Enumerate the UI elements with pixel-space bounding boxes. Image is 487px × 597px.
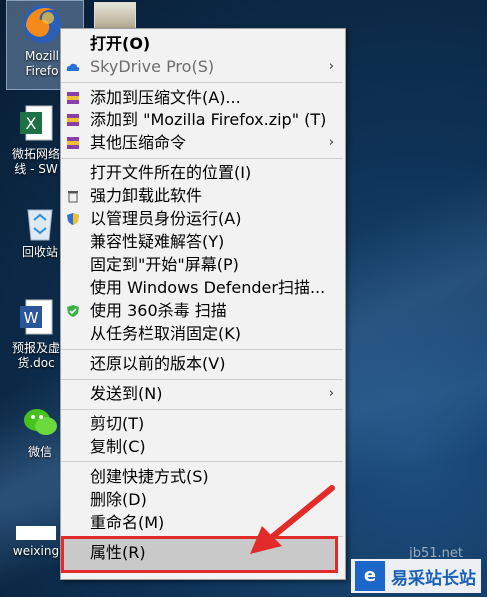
menu-item-label: 重命名(M)	[90, 513, 165, 532]
menu-item-cut[interactable]: 剪切(T)	[60, 413, 344, 435]
menu-item-add-to-zip[interactable]: 添加到 "Mozilla Firefox.zip" (T)	[60, 109, 344, 131]
menu-item-label: 从任务栏取消固定(K)	[90, 324, 241, 343]
annotation-arrow-icon	[250, 485, 335, 554]
menu-item-label: 兼容性疑难解答(Y)	[90, 232, 225, 251]
menu-separator	[61, 379, 343, 380]
menu-item-label: 发送到(N)	[90, 384, 163, 403]
menu-item-label: 删除(D)	[90, 490, 147, 509]
firefox-icon	[23, 5, 61, 43]
menu-item-send-to[interactable]: 发送到(N) ›	[60, 383, 344, 405]
menu-item-open[interactable]: 打开(O)	[60, 33, 344, 55]
watermark: e 易采站长站	[351, 559, 481, 593]
chevron-right-icon: ›	[328, 135, 334, 150]
menu-item-label: 复制(C)	[90, 437, 146, 456]
desktop-icon-weixing[interactable]: weixing	[4, 526, 68, 559]
menu-item-add-to-archive[interactable]: 添加到压缩文件(A)...	[60, 87, 344, 109]
word-icon: W	[20, 299, 53, 335]
shield-icon	[67, 213, 79, 225]
recycle-bin-icon	[27, 209, 53, 241]
menu-separator	[61, 409, 343, 410]
winrar-icon	[67, 92, 79, 104]
menu-item-unpin-taskbar[interactable]: 从任务栏取消固定(K)	[60, 323, 344, 345]
trash-icon	[68, 191, 78, 203]
menu-item-label: 打开(O)	[90, 34, 151, 53]
menu-item-compatibility[interactable]: 兼容性疑难解答(Y)	[60, 231, 344, 253]
menu-item-label: 剪切(T)	[90, 414, 145, 433]
menu-item-force-uninstall[interactable]: 强力卸载此软件	[60, 185, 344, 207]
cloud-icon	[66, 63, 80, 71]
chevron-right-icon: ›	[328, 386, 334, 401]
menu-item-label: 固定到"开始"屏幕(P)	[90, 255, 239, 274]
desktop-icon-excel[interactable]: X 微拓网络 线 - SW	[4, 104, 68, 177]
menu-item-pin-to-start[interactable]: 固定到"开始"屏幕(P)	[60, 254, 344, 276]
desktop-icon-label: 货.doc	[17, 356, 55, 370]
menu-item-restore-versions[interactable]: 还原以前的版本(V)	[60, 353, 344, 375]
desktop-icon-label: 线 - SW	[14, 162, 58, 176]
desktop-icon-word[interactable]: W 预报及虚 货.doc	[4, 298, 68, 371]
360-shield-icon	[67, 305, 79, 317]
winrar-icon	[67, 137, 79, 149]
desktop-icon-label: 预报及虚	[11, 341, 60, 355]
menu-item-label: 添加到 "Mozilla Firefox.zip" (T)	[90, 110, 327, 129]
menu-item-skydrive[interactable]: SkyDrive Pro(S) ›	[60, 56, 344, 78]
menu-separator	[61, 158, 343, 159]
menu-item-label: 还原以前的版本(V)	[90, 354, 226, 373]
svg-text:W: W	[24, 309, 39, 327]
menu-item-label: 强力卸载此软件	[90, 186, 203, 205]
watermark-logo-icon: e	[355, 561, 385, 591]
menu-item-label: SkyDrive Pro(S)	[90, 57, 215, 76]
menu-item-label: 创建快捷方式(S)	[90, 467, 209, 486]
menu-item-open-file-location[interactable]: 打开文件所在的位置(I)	[60, 162, 344, 184]
wechat-icon	[24, 409, 57, 435]
menu-separator	[61, 82, 343, 83]
menu-item-360-scan[interactable]: 使用 360杀毒 扫描	[60, 300, 344, 322]
excel-icon: X	[20, 105, 53, 141]
menu-item-label: 使用 360杀毒 扫描	[90, 301, 227, 320]
menu-item-label: 打开文件所在的位置(I)	[90, 163, 252, 182]
winrar-icon	[67, 114, 79, 126]
desktop-icon-label: 微拓网络	[11, 147, 60, 161]
watermark-text: 易采站长站	[391, 568, 476, 589]
menu-item-run-as-admin[interactable]: 以管理员身份运行(A)	[60, 208, 344, 230]
menu-item-other-compress[interactable]: 其他压缩命令 ›	[60, 132, 344, 154]
menu-separator	[61, 349, 343, 350]
menu-separator	[61, 461, 343, 462]
menu-item-copy[interactable]: 复制(C)	[60, 436, 344, 458]
file-thumbnail-icon	[16, 526, 56, 540]
menu-item-label: 以管理员身份运行(A)	[90, 209, 242, 228]
desktop-icon-label: weixing	[12, 544, 60, 558]
menu-item-label: 使用 Windows Defender扫描...	[90, 278, 326, 297]
menu-item-label: 添加到压缩文件(A)...	[90, 88, 241, 107]
menu-item-label: 其他压缩命令	[90, 133, 187, 152]
svg-text:X: X	[26, 114, 37, 133]
chevron-right-icon: ›	[328, 59, 334, 74]
menu-item-defender-scan[interactable]: 使用 Windows Defender扫描...	[60, 277, 344, 299]
